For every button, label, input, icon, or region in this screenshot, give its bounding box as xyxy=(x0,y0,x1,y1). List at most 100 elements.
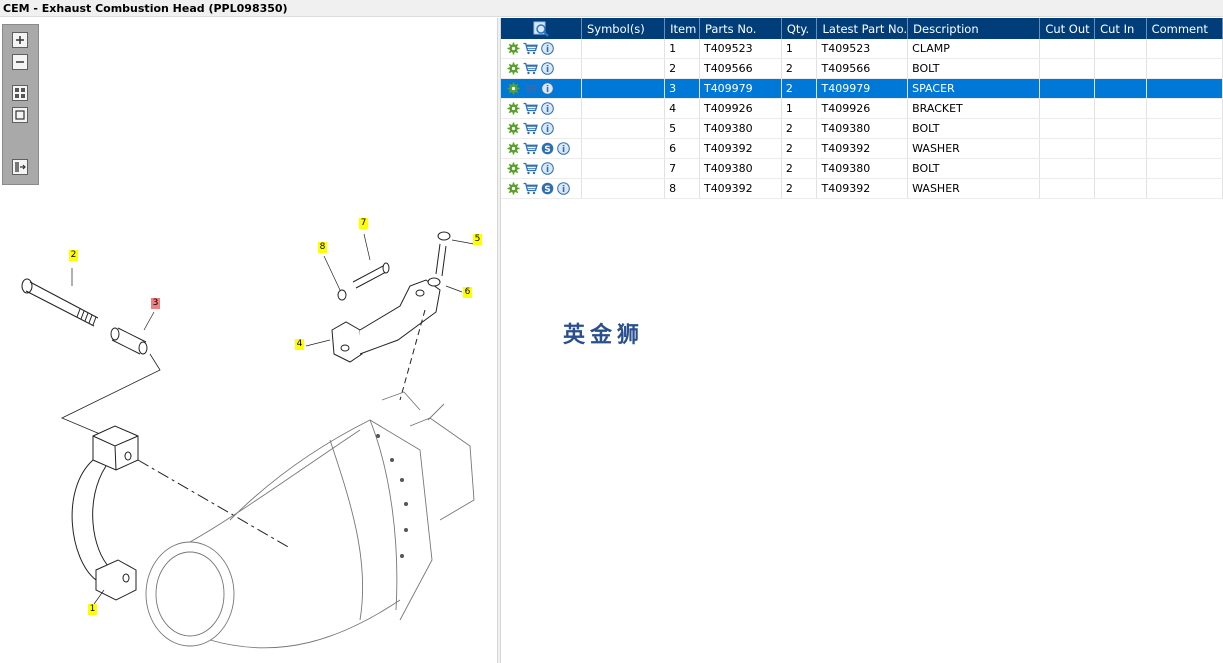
row-icons: Si xyxy=(501,178,582,199)
cart-icon[interactable] xyxy=(523,42,538,55)
gear-icon[interactable] xyxy=(507,82,520,95)
table-row[interactable]: i 3 T409979 2 T409979 SPACER xyxy=(501,78,1223,99)
cut-in-cell xyxy=(1094,39,1147,59)
column-latest-part-no[interactable]: Latest Part No. xyxy=(816,18,909,39)
svg-text:i: i xyxy=(562,185,565,195)
comment-cell xyxy=(1146,58,1223,79)
callout-6[interactable]: 6 xyxy=(463,287,472,298)
comment-cell xyxy=(1146,138,1223,159)
cart-icon[interactable] xyxy=(523,62,538,75)
qty-cell: 2 xyxy=(781,158,818,179)
bolt-5-drawing xyxy=(435,243,447,277)
column-qty[interactable]: Qty. xyxy=(781,18,818,39)
cut-out-cell xyxy=(1039,98,1096,119)
callout-2[interactable]: 2 xyxy=(69,250,78,261)
callout-5[interactable]: 5 xyxy=(473,234,482,245)
item-cell: 6 xyxy=(664,138,700,159)
plus-icon xyxy=(16,36,24,44)
svg-text:i: i xyxy=(546,165,549,175)
parts-no-cell: T409979 xyxy=(699,78,782,99)
table-header: Symbol(s) Item Parts No. Qty. Latest Par… xyxy=(501,18,1223,39)
table-row[interactable]: i 5 T409380 2 T409380 BOLT xyxy=(501,118,1223,139)
latest-part-no-cell: T409392 xyxy=(816,138,909,159)
comment-cell xyxy=(1146,178,1223,199)
comment-cell xyxy=(1146,158,1223,179)
info-icon[interactable]: i xyxy=(557,142,570,155)
diagram-toolbar xyxy=(2,24,39,185)
column-cut-in[interactable]: Cut In xyxy=(1094,18,1147,39)
column-item[interactable]: Item xyxy=(664,18,700,39)
gear-icon[interactable] xyxy=(507,42,520,55)
cart-icon[interactable] xyxy=(523,162,538,175)
cart-icon[interactable] xyxy=(523,182,538,195)
info-icon[interactable]: i xyxy=(541,82,554,95)
info-icon[interactable]: i xyxy=(541,102,554,115)
washer-6-drawing xyxy=(427,277,441,287)
row-icons: i xyxy=(501,98,582,119)
item-cell: 1 xyxy=(664,39,700,59)
gear-icon[interactable] xyxy=(507,142,520,155)
svg-text:S: S xyxy=(544,185,550,195)
callout-4[interactable]: 4 xyxy=(295,339,304,350)
svg-text:S: S xyxy=(544,145,550,155)
info-icon[interactable]: i xyxy=(541,122,554,135)
qty-cell: 2 xyxy=(781,178,818,199)
symbols-cell xyxy=(581,118,666,139)
export-button[interactable] xyxy=(12,159,28,175)
latest-part-no-cell: T409979 xyxy=(816,78,909,99)
column-cut-out[interactable]: Cut Out xyxy=(1039,18,1096,39)
window-title: CEM - Exhaust Combustion Head (PPL098350… xyxy=(0,0,1223,17)
cart-icon[interactable] xyxy=(523,142,538,155)
table-row[interactable]: i 4 T409926 1 T409926 BRACKET xyxy=(501,98,1223,119)
callout-8[interactable]: 8 xyxy=(318,242,327,253)
info-icon[interactable]: i xyxy=(541,62,554,75)
symbols-cell xyxy=(581,78,666,99)
cart-icon[interactable] xyxy=(523,102,538,115)
gear-icon[interactable] xyxy=(507,62,520,75)
column-symbols[interactable]: Symbol(s) xyxy=(581,18,666,39)
symbols-cell xyxy=(581,178,666,199)
table-row[interactable]: i 2 T409566 2 T409566 BOLT xyxy=(501,58,1223,79)
parts-no-cell: T409523 xyxy=(699,39,782,59)
svg-text:i: i xyxy=(546,125,549,135)
callout-3[interactable]: 3 xyxy=(151,298,160,309)
gear-icon[interactable] xyxy=(507,102,520,115)
cart-icon[interactable] xyxy=(523,122,538,135)
column-comment[interactable]: Comment xyxy=(1146,18,1223,39)
symbols-cell xyxy=(581,138,666,159)
description-cell: BRACKET xyxy=(907,98,1041,119)
gear-icon[interactable] xyxy=(507,122,520,135)
fit-all-button[interactable] xyxy=(12,85,28,101)
zoom-out-button[interactable] xyxy=(12,54,28,70)
row-icons: i xyxy=(501,58,582,79)
table-row[interactable]: i 1 T409523 1 T409523 CLAMP xyxy=(501,39,1223,59)
gear-icon[interactable] xyxy=(507,182,520,195)
callout-1[interactable]: 1 xyxy=(88,604,97,615)
table-row[interactable]: i 7 T409380 2 T409380 BOLT xyxy=(501,158,1223,179)
svg-text:i: i xyxy=(546,85,549,95)
table-row[interactable]: Si 6 T409392 2 T409392 WASHER xyxy=(501,138,1223,159)
column-description[interactable]: Description xyxy=(907,18,1041,39)
column-search[interactable] xyxy=(501,18,582,39)
s-icon[interactable]: S xyxy=(541,182,554,195)
cart-icon[interactable] xyxy=(523,82,538,95)
washer-8-drawing xyxy=(337,289,347,301)
gear-icon[interactable] xyxy=(507,162,520,175)
description-cell: SPACER xyxy=(907,78,1041,99)
latest-part-no-cell: T409380 xyxy=(816,118,909,139)
cut-in-cell xyxy=(1094,98,1147,119)
info-icon[interactable]: i xyxy=(541,162,554,175)
info-icon[interactable]: i xyxy=(541,42,554,55)
row-icons: i xyxy=(501,78,582,99)
s-icon[interactable]: S xyxy=(541,142,554,155)
table-row[interactable]: Si 8 T409392 2 T409392 WASHER xyxy=(501,178,1223,199)
comment-cell xyxy=(1146,98,1223,119)
exhaust-head-drawing xyxy=(145,391,475,649)
column-parts-no[interactable]: Parts No. xyxy=(699,18,782,39)
cut-out-cell xyxy=(1039,39,1096,59)
zoom-in-button[interactable] xyxy=(12,32,28,48)
description-cell: WASHER xyxy=(907,138,1041,159)
fit-page-button[interactable] xyxy=(12,107,28,123)
info-icon[interactable]: i xyxy=(557,182,570,195)
callout-7[interactable]: 7 xyxy=(359,218,368,229)
